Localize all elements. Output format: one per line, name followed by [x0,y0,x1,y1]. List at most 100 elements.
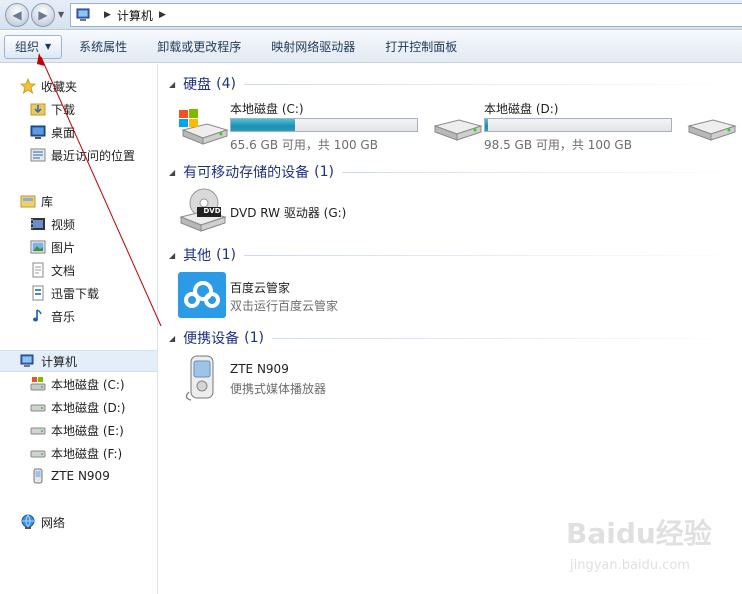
sidebar-item-videos[interactable]: 视频 [0,213,157,235]
group-title: 其他 [183,248,212,264]
sidebar-item-downloads[interactable]: 下载 [0,98,157,120]
download-folder-icon [30,101,46,117]
sidebar-item-drive-f[interactable]: 本地磁盘 (F:) [0,442,157,464]
sidebar-item-zte-n909[interactable]: ZTE N909 [0,465,157,487]
collapse-triangle-icon[interactable]: ◢ [169,334,175,343]
baidu-cloud-icon [178,272,226,318]
sidebar-item-label: 最近访问的位置 [51,148,136,163]
document-icon [30,262,46,278]
address-field[interactable]: ▶ 计算机 ▶ [70,3,742,27]
dvd-logo-text: DVD [203,207,221,215]
desktop-icon [30,124,46,140]
drive-usage-bar [230,118,418,132]
system-drive-icon [179,109,229,145]
drive-e-partial[interactable] [685,98,742,152]
sidebar-item-network[interactable]: 网络 [0,511,157,533]
navigation-pane: 收藏夹 下载 桌面 最近访问的位置 库 视频 图片 文档 迅雷下载 音乐 计算机… [0,64,158,594]
breadcrumb-separator-icon[interactable]: ▶ [159,10,166,20]
sidebar-item-label: 图片 [51,240,76,255]
phone-icon [30,468,46,484]
sidebar-item-label: 迅雷下载 [51,286,100,301]
collapse-triangle-icon[interactable]: ◢ [169,80,175,89]
group-count: (4) [216,76,236,92]
computer-icon [20,353,36,369]
group-header-hard-disks[interactable]: ◢ 硬盘 (4) [169,73,742,95]
sidebar-item-label: 桌面 [51,125,76,140]
breadcrumb-computer[interactable]: 计算机 [117,7,153,24]
media-player-icon [185,355,214,401]
drive-usage-fill [231,119,295,131]
item-name: ZTE N909 [230,362,289,376]
item-name: 百度云管家 [230,281,291,295]
video-icon [30,216,46,232]
star-icon [20,78,36,94]
network-icon [20,514,36,530]
back-button[interactable]: ◀ [5,3,29,27]
baidu-cloud-manager[interactable]: 百度云管家 双击运行百度云管家 [177,271,437,321]
group-divider [272,337,742,339]
address-bar-area: ◀ ▶ ▼ ▶ 计算机 ▶ [0,0,742,30]
sidebar-item-label: 下载 [51,102,76,117]
drive-icon [687,119,737,141]
drive-usage-bar [484,118,672,132]
sidebar-item-thunder-downloads[interactable]: 迅雷下载 [0,282,157,304]
command-toolbar: 组织 ▼ 系统属性 卸载或更改程序 映射网络驱动器 打开控制面板 [0,31,742,63]
sidebar-item-label: 本地磁盘 (D:) [51,400,126,415]
arrow-right-icon: ▶ [38,8,48,22]
sidebar-item-label: 本地磁盘 (C:) [51,377,125,392]
uninstall-program-button[interactable]: 卸载或更改程序 [144,35,254,59]
organize-button[interactable]: 组织 ▼ [4,34,63,59]
sidebar-item-label: 网络 [41,515,66,530]
sidebar-item-drive-e[interactable]: 本地磁盘 (E:) [0,419,157,441]
sidebar-item-label: 视频 [51,217,76,232]
group-divider [342,171,742,173]
sidebar-item-desktop[interactable]: 桌面 [0,121,157,143]
drive-c[interactable]: 本地磁盘 (C:) 65.6 GB 可用，共 100 GB [177,98,422,152]
sidebar-item-libraries[interactable]: 库 [0,190,157,212]
sidebar-item-favorites[interactable]: 收藏夹 [0,75,157,97]
sidebar-item-drive-c[interactable]: 本地磁盘 (C:) [0,373,157,395]
group-header-other[interactable]: ◢ 其他 (1) [169,244,742,266]
sidebar-item-label: 本地磁盘 (E:) [51,423,124,438]
organize-label: 组织 [15,40,40,54]
item-description: 双击运行百度云管家 [230,299,339,313]
sidebar-item-label: 计算机 [41,354,78,369]
drive-d[interactable]: 本地磁盘 (D:) 98.5 GB 可用，共 100 GB [431,98,676,152]
drive-name: 本地磁盘 (D:) [484,102,559,116]
map-network-drive-button[interactable]: 映射网络驱动器 [258,35,368,59]
sidebar-item-pictures[interactable]: 图片 [0,236,157,258]
zte-n909-device[interactable]: ZTE N909 便携式媒体播放器 [177,354,437,404]
thunder-download-icon [30,285,46,301]
sidebar-item-label: 音乐 [51,309,76,324]
drive-free-space: 98.5 GB 可用，共 100 GB [484,138,632,152]
sidebar-item-music[interactable]: 音乐 [0,305,157,327]
sidebar-item-recent-places[interactable]: 最近访问的位置 [0,144,157,166]
sidebar-item-label: 库 [41,194,54,209]
group-header-portable[interactable]: ◢ 便携设备 (1) [169,327,742,349]
breadcrumb-separator-icon[interactable]: ▶ [104,10,111,20]
collapse-triangle-icon[interactable]: ◢ [169,168,175,177]
recent-places-icon [30,147,46,163]
group-title: 硬盘 [183,77,212,93]
item-name: DVD RW 驱动器 (G:) [230,206,347,220]
sidebar-item-label: 收藏夹 [41,79,78,94]
group-title: 便携设备 [183,331,240,347]
item-description: 便携式媒体播放器 [230,382,327,396]
sidebar-item-computer[interactable]: 计算机 [0,350,157,372]
watermark-logo: Baidu经验 [566,517,712,550]
sidebar-item-label: 文档 [51,263,76,278]
sidebar-item-documents[interactable]: 文档 [0,259,157,281]
drive-icon [30,445,46,461]
group-count: (1) [216,247,236,263]
open-control-panel-button[interactable]: 打开控制面板 [372,35,470,59]
dvd-drive[interactable]: DVD DVD RW 驱动器 (G:) [177,187,437,237]
group-header-removable[interactable]: ◢ 有可移动存储的设备 (1) [169,161,742,183]
sidebar-item-drive-d[interactable]: 本地磁盘 (D:) [0,396,157,418]
forward-button[interactable]: ▶ [31,3,55,27]
collapse-triangle-icon[interactable]: ◢ [169,251,175,260]
chevron-down-icon: ▼ [45,42,52,51]
recent-pages-dropdown[interactable]: ▼ [58,10,64,19]
computer-icon [76,8,90,21]
system-properties-button[interactable]: 系统属性 [66,35,140,59]
group-count: (1) [314,164,334,180]
